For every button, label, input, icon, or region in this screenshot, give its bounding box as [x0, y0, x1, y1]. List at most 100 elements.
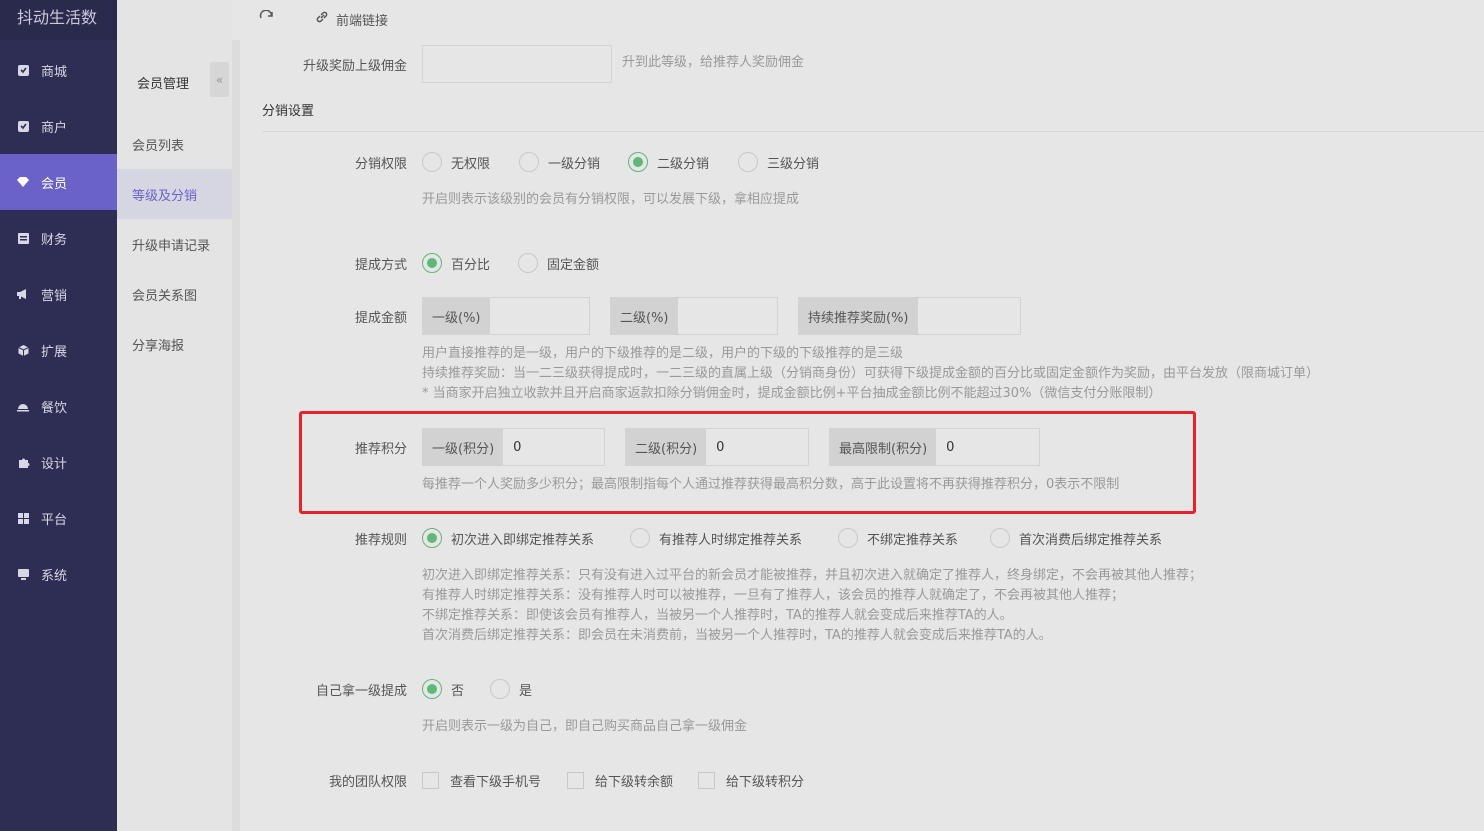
points-max-field[interactable]: 最高限制(积分) 0: [829, 428, 1040, 466]
radio-label: 固定金额: [547, 257, 600, 273]
checkbox-label: 查看下级手机号: [450, 775, 542, 790]
checkbox-label: 给下级转积分: [726, 775, 805, 790]
sub-item-share-poster[interactable]: 分享海报: [117, 319, 232, 369]
points-level1-input[interactable]: 0: [503, 429, 604, 465]
radio-label: 百分比: [451, 257, 491, 273]
radio-method-percent[interactable]: 百分比: [422, 253, 490, 273]
nav-item-merchant[interactable]: 商户: [0, 98, 117, 154]
radio-circle: [838, 528, 858, 548]
cube-icon: [16, 343, 30, 357]
main-sidebar: 抖动生活数 商城 商户 会员 财务 营销 扩展 餐饮 设计 平台 系统: [0, 0, 117, 831]
checkbox-transfer-balance[interactable]: 给下级转余额: [567, 771, 673, 790]
amount-help-line1: 用户直接推荐的是一级，用户的下级推荐的是二级，用户的下级的下级推荐的是三级: [422, 346, 904, 361]
amount-label: 提成金额: [354, 311, 407, 326]
collapse-sidebar-button[interactable]: «: [210, 62, 229, 97]
link-icon: [315, 10, 329, 28]
sub-item-member-list[interactable]: 会员列表: [117, 119, 232, 169]
merchant-icon: [16, 119, 30, 133]
checkbox-label: 给下级转余额: [595, 775, 674, 790]
nav-label: 财务: [41, 232, 68, 248]
radio-self-no[interactable]: 否: [422, 679, 464, 699]
radio-rule-first-entry[interactable]: 初次进入即绑定推荐关系: [422, 528, 594, 548]
radio-label: 二级分销: [657, 156, 710, 172]
points-level1-field[interactable]: 一级(积分) 0: [422, 428, 605, 466]
radio-circle: [422, 253, 442, 273]
nav-item-marketing[interactable]: 营销: [0, 266, 117, 322]
rule-label: 推荐规则: [354, 533, 407, 548]
amount-continuous-field[interactable]: 持续推荐奖励(%): [798, 297, 1021, 335]
radio-permission-none[interactable]: 无权限: [422, 152, 490, 172]
amount-level1-field[interactable]: 一级(%): [422, 297, 590, 335]
radio-rule-has-referrer[interactable]: 有推荐人时绑定推荐关系: [630, 528, 802, 548]
radio-method-fixed[interactable]: 固定金额: [518, 253, 599, 273]
team-label: 我的团队权限: [328, 775, 407, 790]
radio-circle: [628, 152, 648, 172]
radio-circle: [630, 528, 650, 548]
radio-rule-no-bind[interactable]: 不绑定推荐关系: [838, 528, 958, 548]
member-icon: [16, 175, 30, 189]
nav-item-shop[interactable]: 商城: [0, 42, 117, 98]
main-form: 升级奖励上级佣金 升到此等级，给推荐人奖励佣金 分销设置 分销权限 无权限 一级…: [240, 40, 1484, 831]
nav-label: 系统: [41, 568, 68, 584]
input-prefix: 一级(%): [423, 298, 490, 334]
permission-label: 分销权限: [354, 157, 407, 172]
radio-self-yes[interactable]: 是: [490, 679, 532, 699]
nav-item-design[interactable]: 设计: [0, 434, 117, 490]
nav-label: 平台: [41, 512, 68, 528]
frontend-link-button[interactable]: 前端链接: [315, 8, 388, 30]
points-label: 推荐积分: [354, 442, 407, 457]
radio-circle: [422, 152, 442, 172]
nav-label: 餐饮: [41, 400, 68, 416]
nav-item-finance[interactable]: 财务: [0, 210, 117, 266]
radio-label: 无权限: [451, 156, 491, 172]
input-prefix: 最高限制(积分): [830, 429, 937, 465]
nav-label: 会员: [41, 176, 68, 192]
input-prefix: 持续推荐奖励(%): [799, 298, 918, 334]
sub-item-relation-graph[interactable]: 会员关系图: [117, 269, 232, 319]
grid-icon: [16, 511, 30, 525]
amount-level2-input[interactable]: [677, 298, 777, 334]
radio-circle: [519, 152, 539, 172]
amount-help-line2: 持续推荐奖励：当一二三级获得提成时，一二三级的直属上级（分销商身份）可获得下级提…: [422, 366, 1320, 381]
upgrade-commission-help: 升到此等级，给推荐人奖励佣金: [622, 55, 805, 70]
radio-permission-level1[interactable]: 一级分销: [519, 152, 600, 172]
self-commission-label: 自己拿一级提成: [315, 684, 407, 699]
radio-permission-level2[interactable]: 二级分销: [628, 152, 709, 172]
sub-item-upgrade-records[interactable]: 升级申请记录: [117, 219, 232, 269]
amount-level2-field[interactable]: 二级(%): [610, 297, 778, 335]
finance-icon: [16, 231, 30, 245]
points-level2-field[interactable]: 二级(积分) 0: [625, 428, 809, 466]
nav-item-dining[interactable]: 餐饮: [0, 378, 117, 434]
refresh-button[interactable]: [259, 8, 274, 30]
amount-level1-input[interactable]: [489, 298, 589, 334]
permission-help: 开启则表示该级别的会员有分销权限，可以发展下级，拿相应提成: [422, 192, 800, 207]
radio-circle: [422, 528, 442, 548]
rule-help-line2: 有推荐人时绑定推荐关系：没有推荐人时可以被推荐，一旦有了推荐人，该会员的推荐人就…: [422, 588, 1125, 603]
radio-circle: [518, 253, 538, 273]
checkbox-box: [698, 772, 715, 789]
nav-item-system[interactable]: 系统: [0, 546, 117, 602]
nav-item-extension[interactable]: 扩展: [0, 322, 117, 378]
panel-divider: [232, 40, 240, 831]
radio-circle: [422, 679, 442, 699]
points-max-input[interactable]: 0: [936, 429, 1039, 465]
app-logo: 抖动生活数: [0, 0, 117, 40]
rule-help-line4: 首次消费后绑定推荐关系：即会员在未消费前，当被另一个人推荐时，TA的推荐人就会变…: [422, 628, 1052, 643]
radio-label: 三级分销: [767, 156, 820, 172]
radio-rule-after-purchase[interactable]: 首次消费后绑定推荐关系: [990, 528, 1162, 548]
radio-label: 有推荐人时绑定推荐关系: [659, 532, 803, 548]
upgrade-commission-input[interactable]: [422, 45, 612, 83]
radio-permission-level3[interactable]: 三级分销: [738, 152, 819, 172]
radio-label: 初次进入即绑定推荐关系: [451, 532, 595, 548]
amount-continuous-input[interactable]: [917, 298, 1020, 334]
checkbox-view-phone[interactable]: 查看下级手机号: [422, 771, 541, 790]
sub-item-levels-distribution[interactable]: 等级及分销: [117, 169, 232, 219]
nav-item-member[interactable]: 会员: [0, 154, 117, 210]
nav-label: 商户: [41, 120, 68, 136]
points-level2-input[interactable]: 0: [706, 429, 808, 465]
nav-item-platform[interactable]: 平台: [0, 490, 117, 546]
megaphone-icon: [16, 287, 30, 301]
checkbox-transfer-points[interactable]: 给下级转积分: [698, 771, 804, 790]
radio-circle: [490, 679, 510, 699]
radio-label: 一级分销: [548, 156, 601, 172]
